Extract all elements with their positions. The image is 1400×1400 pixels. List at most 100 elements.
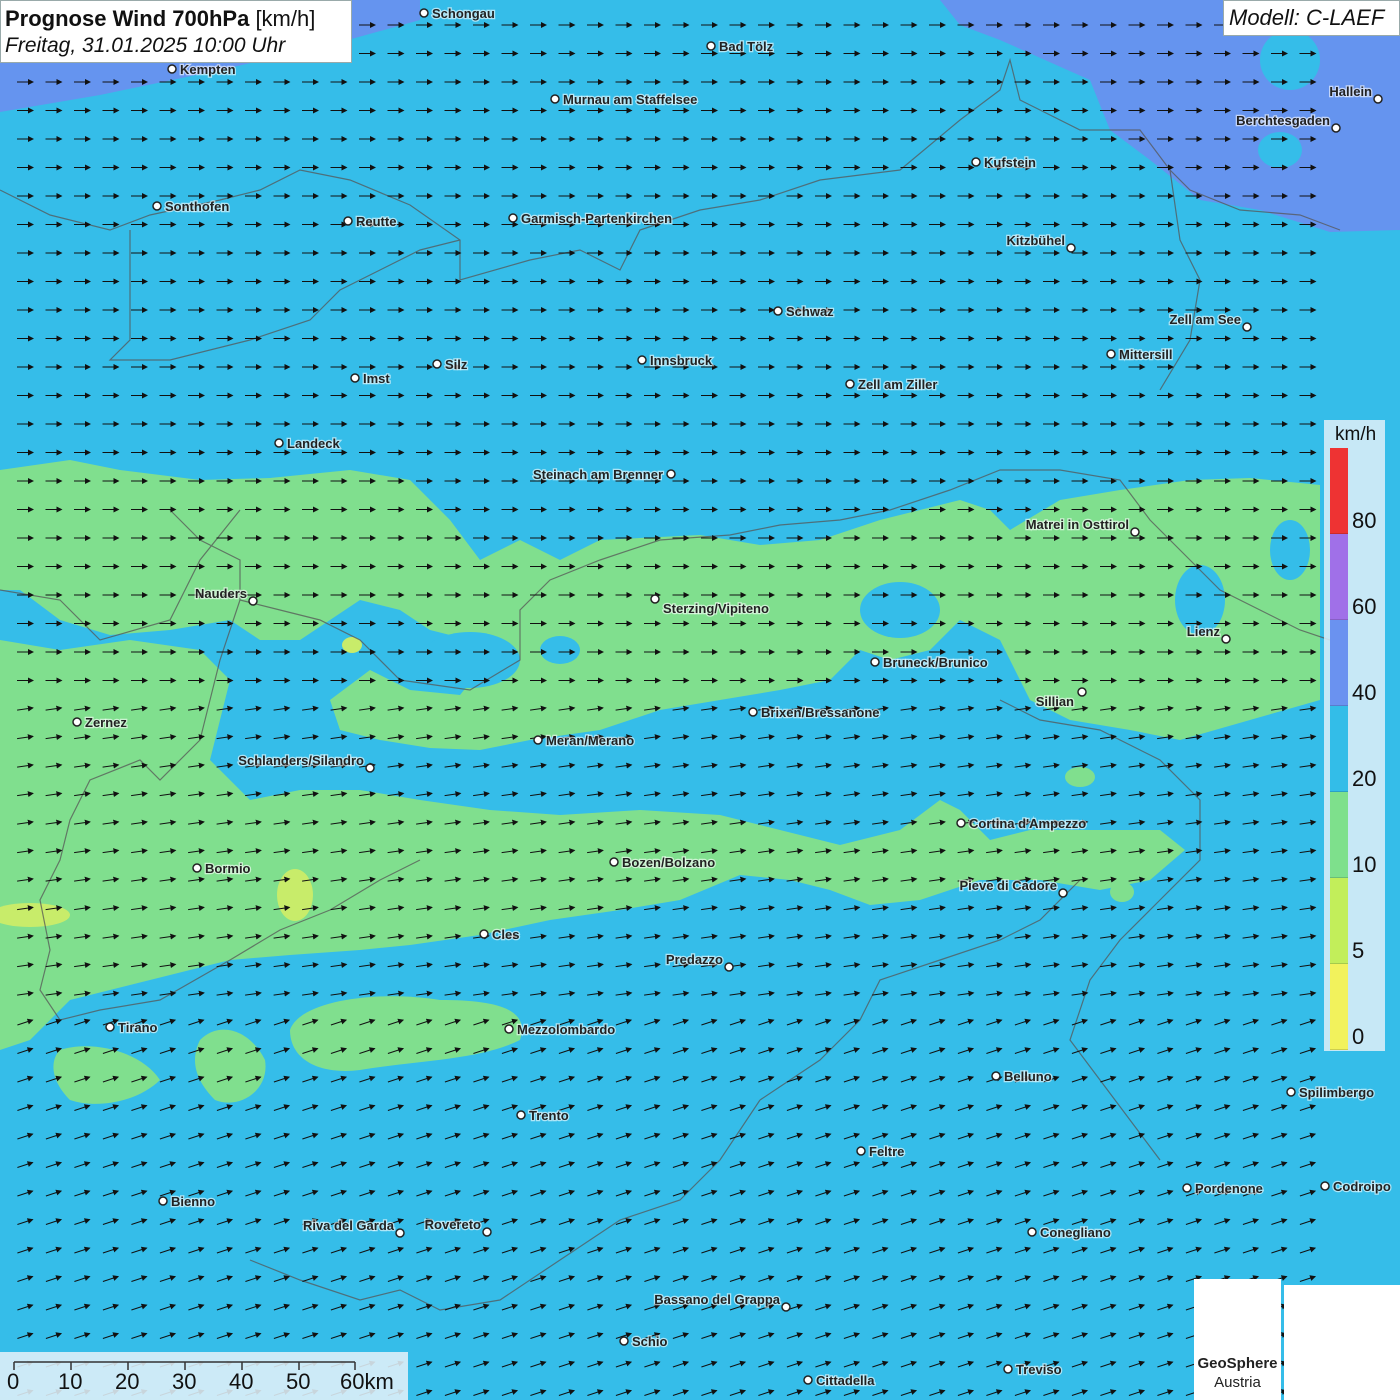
city-marker[interactable] — [781, 1302, 791, 1312]
city-marker[interactable] — [479, 929, 489, 939]
city-marker[interactable] — [550, 94, 560, 104]
city-marker[interactable] — [773, 306, 783, 316]
city-marker[interactable] — [1331, 123, 1341, 133]
city-label: Schlanders/Silandro — [238, 753, 364, 768]
city-marker[interactable] — [1066, 243, 1076, 253]
city-marker[interactable] — [856, 1146, 866, 1156]
city-marker[interactable] — [1027, 1227, 1037, 1237]
legend-tick-0: 0 — [1352, 1024, 1365, 1049]
city-marker[interactable] — [1221, 634, 1231, 644]
legend-segment-40 — [1330, 620, 1348, 706]
city-marker[interactable] — [432, 359, 442, 369]
city-label: Schio — [632, 1334, 667, 1349]
city-marker[interactable] — [666, 469, 676, 479]
city-marker[interactable] — [248, 596, 258, 606]
city-marker[interactable] — [1003, 1364, 1013, 1374]
city-marker[interactable] — [395, 1228, 405, 1238]
city-marker[interactable] — [870, 657, 880, 667]
city-marker[interactable] — [516, 1110, 526, 1120]
city-label: Bad Tölz — [719, 39, 774, 54]
city-marker[interactable] — [845, 379, 855, 389]
city-marker[interactable] — [748, 707, 758, 717]
city-label: Bozen/Bolzano — [622, 855, 715, 870]
city-marker[interactable] — [609, 857, 619, 867]
city-label: Trento — [529, 1108, 569, 1123]
city-marker[interactable] — [724, 962, 734, 972]
city-marker[interactable] — [1130, 527, 1140, 537]
title-unit: [km/h] — [255, 6, 316, 31]
city-label: Matrei in Osttirol — [1026, 517, 1129, 532]
city-marker[interactable] — [803, 1375, 813, 1385]
city-label: Sillian — [1036, 694, 1074, 709]
city-marker[interactable] — [971, 157, 981, 167]
city-marker[interactable] — [1077, 687, 1087, 697]
city-label: Treviso — [1016, 1362, 1062, 1377]
city-label: Garmisch-Partenkirchen — [521, 211, 672, 226]
map-title: Prognose Wind 700hPa [km/h] — [5, 5, 347, 33]
scale-label-0: 0 — [7, 1369, 20, 1394]
city-marker[interactable] — [350, 373, 360, 383]
city-marker[interactable] — [637, 355, 647, 365]
city-marker[interactable] — [619, 1336, 629, 1346]
city-marker[interactable] — [72, 717, 82, 727]
city-marker[interactable] — [991, 1071, 1001, 1081]
scale-label-50: 50 — [286, 1369, 311, 1394]
city-label: Kitzbühel — [1007, 233, 1066, 248]
city-label: Bassano del Grappa — [654, 1292, 780, 1307]
city-label: Bruneck/Brunico — [883, 655, 988, 670]
city-label: Mezzolombardo — [517, 1022, 615, 1037]
legend-tick-60: 60 — [1352, 594, 1377, 619]
city-label: Riva del Garda — [303, 1218, 395, 1233]
city-marker[interactable] — [152, 201, 162, 211]
city-label: Conegliano — [1040, 1225, 1111, 1240]
city-label: Cittadella — [816, 1373, 875, 1388]
city-marker[interactable] — [1182, 1183, 1192, 1193]
city-label: Bienno — [171, 1194, 215, 1209]
city-marker[interactable] — [533, 735, 543, 745]
geosphere-logo[interactable]: GeoSphere Austria — [1194, 1279, 1281, 1400]
city-label: Nauders — [195, 586, 247, 601]
city-marker[interactable] — [956, 818, 966, 828]
legend-unit: km/h — [1335, 424, 1377, 445]
city-label: Zernez — [85, 715, 127, 730]
legend-bar — [1330, 448, 1348, 1050]
city-label: Murnau am Staffelsee — [563, 92, 697, 107]
city-marker[interactable] — [1106, 349, 1116, 359]
city-marker[interactable] — [1373, 94, 1383, 104]
color-legend: km/h 80 60 40 20 10 5 0 — [1324, 420, 1385, 1051]
city-marker[interactable] — [1242, 322, 1252, 332]
city-marker[interactable] — [482, 1227, 492, 1237]
city-label: Silz — [445, 357, 468, 372]
city-marker[interactable] — [650, 594, 660, 604]
city-marker[interactable] — [1058, 888, 1068, 898]
legend-tick-80: 80 — [1352, 508, 1377, 533]
city-marker[interactable] — [365, 763, 375, 773]
city-label: Kempten — [180, 62, 236, 77]
scale-label-10: 10 — [58, 1369, 83, 1394]
city-marker[interactable] — [504, 1024, 514, 1034]
legend-segment-0 — [1330, 964, 1348, 1050]
city-marker[interactable] — [1286, 1087, 1296, 1097]
city-marker[interactable] — [419, 8, 429, 18]
scale-bar: 0 10 20 30 40 50 60km — [0, 1352, 408, 1400]
city-marker[interactable] — [158, 1196, 168, 1206]
city-label: Imst — [363, 371, 390, 386]
city-marker[interactable] — [343, 216, 353, 226]
city-label: Landeck — [287, 436, 341, 451]
legend-segment-10 — [1330, 792, 1348, 878]
city-marker[interactable] — [508, 213, 518, 223]
city-label: Bormio — [205, 861, 251, 876]
legend-tick-5: 5 — [1352, 938, 1365, 963]
city-marker[interactable] — [1320, 1181, 1330, 1191]
city-marker[interactable] — [105, 1022, 115, 1032]
city-marker[interactable] — [167, 64, 177, 74]
city-marker[interactable] — [274, 438, 284, 448]
city-label: Zell am See — [1169, 312, 1241, 327]
app-logo[interactable] — [1284, 1285, 1400, 1400]
city-label: Brixen/Bressanone — [761, 705, 880, 720]
logo-name: GeoSphere — [1197, 1355, 1278, 1372]
city-label: Cortina d'Ampezzo — [969, 816, 1086, 831]
city-label: Pieve di Cadore — [959, 878, 1057, 893]
city-marker[interactable] — [706, 41, 716, 51]
city-marker[interactable] — [192, 863, 202, 873]
